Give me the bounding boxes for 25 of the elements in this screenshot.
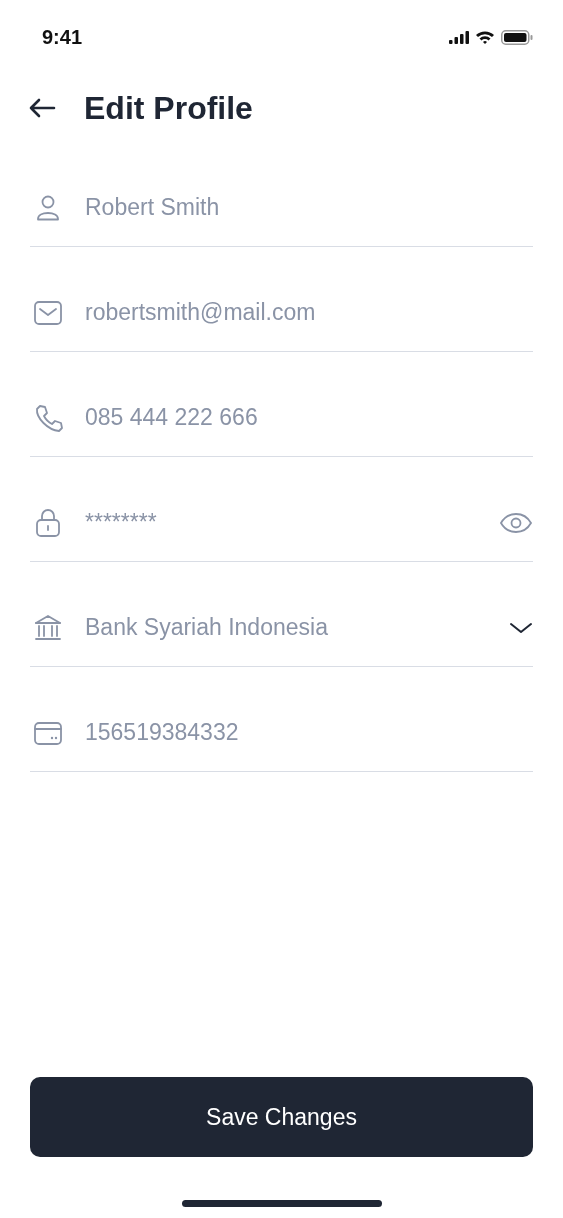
signal-icon [449,30,469,44]
form-field[interactable]: Robert Smith [30,142,533,247]
back-button[interactable] [28,97,56,119]
battery-icon [501,29,533,45]
field-value: 156519384332 [85,719,240,746]
bank-icon [33,612,63,643]
back-arrow-icon [28,97,56,119]
eye-icon[interactable] [499,511,533,534]
form-field[interactable]: 156519384332 [30,667,533,772]
page-title: Edit Profile [84,89,253,127]
field-value: Robert Smith [85,194,221,221]
phone-icon [33,402,63,433]
wifi-icon [475,30,495,44]
field-value: 085 444 222 666 [85,404,259,431]
form-field[interactable]: 085 444 222 666 [30,352,533,457]
padlock-icon [33,507,63,538]
form-field[interactable]: robertsmith@mail.com [30,247,533,352]
field-value: robertsmith@mail.com [85,299,317,326]
password-value: ******** [85,509,158,536]
chevron-down-icon[interactable] [509,620,533,635]
form-field[interactable]: Bank Syariah Indonesia [30,562,533,667]
status-time: 9:41 [42,25,83,49]
save-button[interactable]: Save Changes [30,1077,533,1157]
field-value: Bank Syariah Indonesia [85,614,329,641]
form-field[interactable]: ******** [30,457,533,562]
